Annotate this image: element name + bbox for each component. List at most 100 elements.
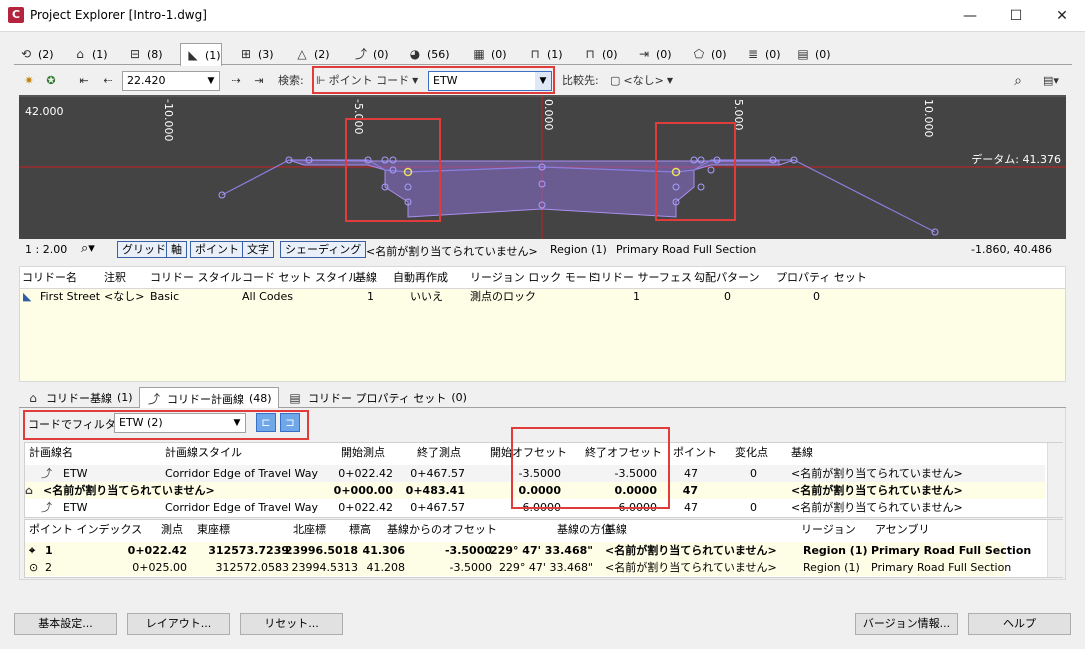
detail-tab-0[interactable]: ⌂ コリドー基線 (1) bbox=[19, 387, 139, 408]
object-tab-pressure[interactable]: ⊓ (0) bbox=[578, 43, 617, 65]
sheet-icon: ≣ bbox=[747, 47, 759, 61]
object-tab-sample-line[interactable]: ⇥ (0) bbox=[632, 43, 672, 65]
new-star-icon[interactable]: ✷ bbox=[20, 72, 38, 90]
reset-button[interactable]: リセット... bbox=[240, 613, 343, 635]
zoom-menu-icon[interactable]: ⌕▾ bbox=[81, 241, 95, 256]
point-col-header[interactable]: 北座標 bbox=[293, 520, 326, 540]
last-station-icon[interactable]: ⇥ bbox=[248, 72, 270, 90]
feature-cell-pts: 47 bbox=[682, 484, 698, 497]
corridor-col-header[interactable]: 基線 bbox=[355, 268, 377, 288]
detail-tab-2[interactable]: ▤ コリドー プロパティ セット (0) bbox=[281, 387, 473, 408]
feature-col-header[interactable]: ポイント bbox=[673, 443, 717, 463]
x-tick-labels: -10.000 -5.000 0.000 5.000 10.000 bbox=[162, 99, 935, 141]
layout-button[interactable]: レイアウト... bbox=[127, 613, 230, 635]
feature-line-icon: ⤴ bbox=[41, 467, 52, 480]
point-row[interactable]: ⌖ 1 0+022.42 312573.7239 23996.5018 41.306 -3.… bbox=[25, 542, 1031, 559]
point-col-header[interactable]: 基線の方位 bbox=[557, 520, 612, 540]
y-axis-label: 42.000 bbox=[25, 105, 64, 118]
refresh-icon[interactable]: ✪ bbox=[42, 72, 60, 90]
object-tab-count: (8) bbox=[147, 47, 163, 61]
compare-dropdown[interactable]: ▢ <なし> ▼ bbox=[610, 72, 680, 90]
feature-col-header[interactable]: 変化点 bbox=[735, 443, 768, 463]
object-tab-data-shortcut[interactable]: ▤ (0) bbox=[791, 43, 830, 65]
detail-panel: コードでフィルタ: ETW (2) ▼ ⊏ ⊐ 計画線名 計画線スタイル 開始測点終… bbox=[19, 408, 1066, 580]
site-icon: ⌂ bbox=[76, 47, 84, 61]
corridor-col-header[interactable]: リージョン ロック モード bbox=[470, 268, 598, 288]
corridor-cell: 1 bbox=[633, 290, 640, 303]
object-tab-surface[interactable]: △ (2) bbox=[290, 43, 329, 65]
grid-toggle[interactable]: グリッド bbox=[117, 241, 171, 258]
object-tab-parcel[interactable]: ▦ (0) bbox=[467, 43, 506, 65]
maximize-button[interactable]: ☐ bbox=[993, 0, 1039, 32]
section-viewport[interactable]: 42.000 -10.000 -5.000 0.000 5.000 10.000… bbox=[19, 95, 1066, 239]
shading-toggle[interactable]: シェーディング bbox=[280, 241, 367, 258]
object-tab-pipe-network[interactable]: ◕ (56) bbox=[403, 43, 450, 65]
point-col-header[interactable]: 測点 bbox=[161, 520, 183, 540]
feature-col-header[interactable]: 計画線スタイル bbox=[165, 443, 242, 463]
point-toggle[interactable]: ポイント bbox=[190, 241, 244, 258]
settings-button[interactable]: 基本設定... bbox=[14, 613, 117, 635]
point-col-header[interactable]: 基線からのオフセット bbox=[387, 520, 497, 540]
corridor-col-header[interactable]: コリドー名 bbox=[22, 268, 77, 288]
point-col-header[interactable]: 東座標 bbox=[197, 520, 230, 540]
detail-tab-count: (48) bbox=[249, 392, 272, 405]
viewport-statusbar: 1 : 2.00 ⌕▾ グリッド 軸 ポイント 文字 シェーディング <名前が割… bbox=[19, 239, 1066, 261]
text-toggle[interactable]: 文字 bbox=[242, 241, 274, 258]
feature-line-icon: ⤴ bbox=[354, 47, 367, 61]
feature-col-header[interactable]: 開始測点 bbox=[341, 443, 385, 463]
zoom-icon[interactable]: ⌕ bbox=[1008, 72, 1028, 90]
compare-label: 比較先: bbox=[562, 74, 599, 87]
baseline-status: <名前が割り当てられていません> bbox=[366, 245, 538, 258]
feature-col-header[interactable]: 計画線名 bbox=[29, 443, 73, 463]
feature-col-header[interactable]: 基線 bbox=[791, 443, 813, 463]
corridor-col-header[interactable]: コリドー サーフェス bbox=[590, 268, 692, 288]
corridor-col-header[interactable]: コリドー スタイル bbox=[150, 268, 242, 288]
object-tab-structure[interactable]: ⊓ (1) bbox=[523, 43, 562, 65]
feature-cell-pts: 47 bbox=[684, 467, 698, 480]
point-col-header[interactable]: アセンブリ bbox=[875, 520, 929, 540]
object-tab-site[interactable]: ⌂ (1) bbox=[68, 43, 107, 65]
object-tab-count: (0) bbox=[656, 47, 672, 61]
object-tab-view-frame[interactable]: ⬠ (0) bbox=[687, 43, 727, 65]
point-grid-scrollbar[interactable] bbox=[1047, 520, 1063, 577]
detail-tab-1[interactable]: ⤴ コリドー計画線 (48) bbox=[139, 387, 279, 409]
alignment-icon: ⟲ bbox=[20, 47, 32, 61]
section-view-svg: 42.000 -10.000 -5.000 0.000 5.000 10.000… bbox=[19, 95, 1066, 239]
point-row[interactable]: ⊙ 2 0+025.00 312572.0583 23994.5313 41.208 -3.… bbox=[25, 559, 1011, 576]
version-button[interactable]: バージョン情報... bbox=[855, 613, 958, 635]
point-col-header[interactable]: 標高 bbox=[349, 520, 371, 540]
corridor-col-header[interactable]: 注釈 bbox=[104, 268, 126, 288]
point-cell-brg: 229° 47' 33.468" bbox=[490, 544, 593, 557]
object-tab-corridor[interactable]: ◣ (1) bbox=[180, 43, 222, 66]
point-col-header[interactable]: ポイント インデックス bbox=[29, 520, 142, 540]
close-button[interactable]: ✕ bbox=[1039, 0, 1085, 32]
object-tab-sheet[interactable]: ≣ (0) bbox=[741, 43, 781, 65]
property-set-icon: ▤ bbox=[289, 390, 301, 405]
corridor-col-header[interactable]: プロパティ セット bbox=[776, 268, 867, 288]
object-tab-alignment[interactable]: ⟲ (2) bbox=[14, 43, 54, 65]
feature-line-icon: ⤴ bbox=[147, 391, 160, 406]
baseline-icon: ⌂ bbox=[29, 390, 37, 405]
first-station-icon[interactable]: ⇤ bbox=[74, 72, 94, 90]
region-status: Region (1) bbox=[550, 243, 607, 256]
feature-cell-end: 0+483.41 bbox=[405, 484, 465, 497]
station-combo[interactable]: 22.420 ▼ bbox=[122, 71, 220, 91]
minimize-button[interactable]: — bbox=[947, 0, 993, 32]
object-tab-profile[interactable]: ⊟ (8) bbox=[123, 43, 163, 65]
feature-cell-base: <名前が割り当てられていません> bbox=[791, 467, 963, 480]
help-button[interactable]: ヘルプ bbox=[968, 613, 1071, 635]
corridor-row[interactable]: First Street <なし> Basic All Codes 1 いいえ 測点のロック… bbox=[20, 289, 866, 307]
object-tab-feature-line[interactable]: ⤴ (0) bbox=[349, 43, 389, 65]
axis-toggle[interactable]: 軸 bbox=[166, 241, 187, 258]
point-col-header[interactable]: 基線 bbox=[605, 520, 627, 540]
view-options-icon[interactable]: ▤▾ bbox=[1036, 72, 1066, 90]
next-station-icon[interactable]: ⇢ bbox=[226, 72, 246, 90]
point-col-header[interactable]: リージョン bbox=[801, 520, 856, 540]
feature-col-header[interactable]: 終了測点 bbox=[417, 443, 461, 463]
corridor-col-header[interactable]: 自動再作成 bbox=[393, 268, 448, 288]
corridor-col-header[interactable]: 勾配パターン bbox=[694, 268, 759, 288]
object-tab-assembly[interactable]: ⊞ (3) bbox=[234, 43, 274, 65]
feature-line-scrollbar[interactable] bbox=[1047, 443, 1063, 517]
corridor-col-header[interactable]: コード セット スタイル bbox=[242, 268, 359, 288]
prev-station-icon[interactable]: ⇠ bbox=[98, 72, 118, 90]
